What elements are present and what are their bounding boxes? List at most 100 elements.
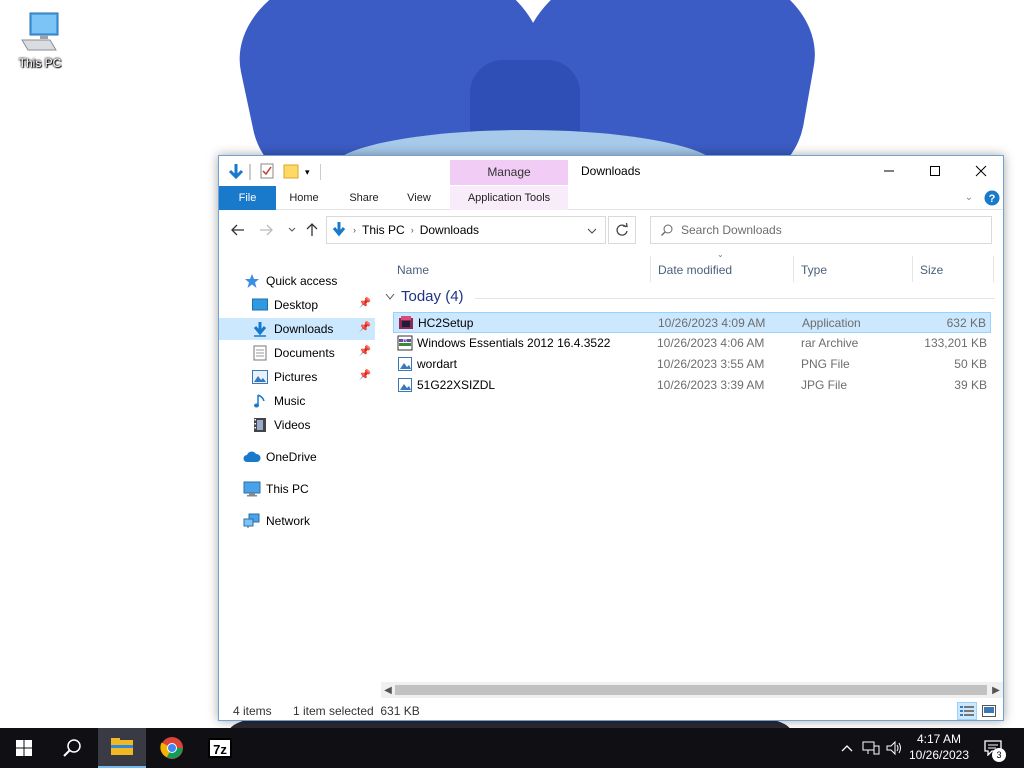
nav-item-onedrive[interactable]: OneDrive xyxy=(219,446,375,468)
nav-label: Documents xyxy=(274,346,335,360)
details-view-button[interactable] xyxy=(957,702,977,720)
nav-item-music[interactable]: Music xyxy=(219,390,375,412)
this-pc-icon xyxy=(243,481,261,497)
refresh-button[interactable] xyxy=(608,216,636,244)
chevron-down-icon xyxy=(288,227,296,232)
ribbon-tabs: File Home Share View Application Tools ⌄… xyxy=(219,186,1003,210)
this-pc-icon xyxy=(18,10,62,54)
nav-item-desktop[interactable]: Desktop 📌 xyxy=(219,294,375,316)
file-type: PNG File xyxy=(801,357,850,371)
title-bar: ▾ Manage Downloads xyxy=(219,156,1003,188)
nav-item-pictures[interactable]: Pictures 📌 xyxy=(219,366,375,388)
clock-date: 10/26/2023 xyxy=(908,748,970,762)
desktop-icon-label: This PC xyxy=(18,56,62,70)
network-tray-button[interactable] xyxy=(860,728,882,768)
taskbar-file-explorer[interactable] xyxy=(98,728,146,768)
pin-icon[interactable]: 📌 xyxy=(359,370,371,381)
column-separator[interactable] xyxy=(793,256,794,282)
file-row-51g22xsizdl[interactable]: 51G22XSIZDL 10/26/2023 3:39 AM JPG File … xyxy=(393,375,991,396)
close-icon xyxy=(975,165,987,177)
breadcrumb-this-pc[interactable]: This PC xyxy=(362,223,405,237)
taskbar-7zip[interactable]: 7z xyxy=(196,728,244,768)
tab-share[interactable]: Share xyxy=(341,186,387,210)
column-header-type[interactable]: Type xyxy=(795,258,911,282)
pin-icon[interactable]: 📌 xyxy=(359,322,371,333)
tab-home[interactable]: Home xyxy=(281,186,327,210)
tab-file[interactable]: File xyxy=(219,186,276,210)
network-wired-icon xyxy=(862,741,880,755)
customize-qa-dropdown[interactable]: ▾ xyxy=(305,162,315,182)
chevron-up-icon xyxy=(841,745,853,752)
nav-item-downloads[interactable]: Downloads 📌 xyxy=(219,318,375,340)
tab-view[interactable]: View xyxy=(397,186,441,210)
file-row-wordart[interactable]: wordart 10/26/2023 3:55 AM PNG File 50 K… xyxy=(393,354,991,375)
refresh-icon xyxy=(616,223,628,236)
address-history-chevron-icon[interactable] xyxy=(587,228,597,234)
file-type: rar Archive xyxy=(801,336,859,350)
tab-application-tools[interactable]: Application Tools xyxy=(450,186,568,210)
column-separator[interactable] xyxy=(650,256,651,282)
desktop-folder-icon xyxy=(251,297,269,313)
pin-icon[interactable]: 📌 xyxy=(359,298,371,309)
details-view-icon xyxy=(960,706,974,716)
nav-item-documents[interactable]: Documents 📌 xyxy=(219,342,375,364)
file-row-windows-essentials[interactable]: R Windows Essentials 2012 16.4.3522 10/2… xyxy=(393,333,991,354)
column-separator[interactable] xyxy=(912,256,913,282)
column-header-date-modified[interactable]: Date modified xyxy=(652,258,792,282)
address-bar-row: › This PC › Downloads xyxy=(219,212,1003,248)
taskbar: 7z 4:17 AM 10/26/2023 3 xyxy=(0,728,1024,768)
file-row-hc2setup[interactable]: HC2Setup 10/26/2023 4:09 AM Application … xyxy=(393,312,991,333)
desktop-icon-this-pc[interactable]: This PC xyxy=(12,10,68,70)
new-folder-icon[interactable] xyxy=(283,162,301,182)
nav-item-network[interactable]: Network xyxy=(219,510,375,532)
file-name: HC2Setup xyxy=(418,316,474,330)
show-hidden-icons-button[interactable] xyxy=(838,728,856,768)
up-arrow-icon xyxy=(306,223,318,236)
nav-label: Quick access xyxy=(266,274,338,288)
file-name: 51G22XSIZDL xyxy=(417,378,496,392)
recent-locations-button[interactable] xyxy=(283,220,301,240)
group-label: Today (4) xyxy=(401,288,464,305)
onedrive-icon xyxy=(243,449,261,465)
forward-arrow-icon xyxy=(260,224,273,236)
nav-item-quick-access[interactable]: Quick access xyxy=(219,270,375,292)
forward-button[interactable] xyxy=(257,220,275,240)
help-button[interactable]: ? xyxy=(983,186,1001,210)
large-icons-view-button[interactable] xyxy=(979,702,999,720)
file-size: 39 KB xyxy=(954,378,987,392)
column-separator[interactable] xyxy=(993,256,994,282)
scrollbar-thumb[interactable] xyxy=(395,685,987,695)
tab-manage[interactable]: Manage xyxy=(450,160,568,185)
pin-icon[interactable]: 📌 xyxy=(359,346,371,357)
start-button[interactable] xyxy=(0,728,48,768)
nav-item-videos[interactable]: Videos xyxy=(219,414,375,436)
group-header-today[interactable]: Today (4) xyxy=(385,288,464,305)
properties-icon[interactable] xyxy=(259,162,277,182)
maximize-button[interactable] xyxy=(912,156,958,186)
nav-item-this-pc[interactable]: This PC xyxy=(219,478,375,500)
scroll-right-icon[interactable]: ▶ xyxy=(989,682,1003,698)
taskbar-clock[interactable]: 4:17 AM 10/26/2023 xyxy=(900,731,978,763)
file-name: wordart xyxy=(417,357,458,371)
taskbar-chrome[interactable] xyxy=(148,728,196,768)
up-button[interactable] xyxy=(303,220,321,240)
column-header-name[interactable]: Name xyxy=(391,258,641,282)
search-input[interactable] xyxy=(681,223,971,237)
search-box[interactable] xyxy=(650,216,992,244)
minimize-button[interactable] xyxy=(866,156,912,186)
setup-app-icon xyxy=(399,316,413,329)
breadcrumb-downloads[interactable]: Downloads xyxy=(420,223,479,237)
search-taskbar-button[interactable] xyxy=(48,728,96,768)
address-field[interactable]: › This PC › Downloads xyxy=(326,216,606,244)
close-button[interactable] xyxy=(958,156,1004,186)
notification-count-badge: 3 xyxy=(992,748,1006,762)
column-header-size[interactable]: Size xyxy=(914,258,990,282)
horizontal-scrollbar[interactable]: ◀ ▶ xyxy=(381,682,1003,698)
status-selection: 1 item selected 631 KB xyxy=(293,704,420,718)
back-button[interactable] xyxy=(229,220,247,240)
clock-time: 4:17 AM xyxy=(916,732,962,746)
minimize-icon xyxy=(884,170,894,172)
expand-ribbon-icon[interactable]: ⌄ xyxy=(961,186,977,210)
status-item-count: 4 items xyxy=(233,704,272,718)
scroll-left-icon[interactable]: ◀ xyxy=(381,682,395,698)
